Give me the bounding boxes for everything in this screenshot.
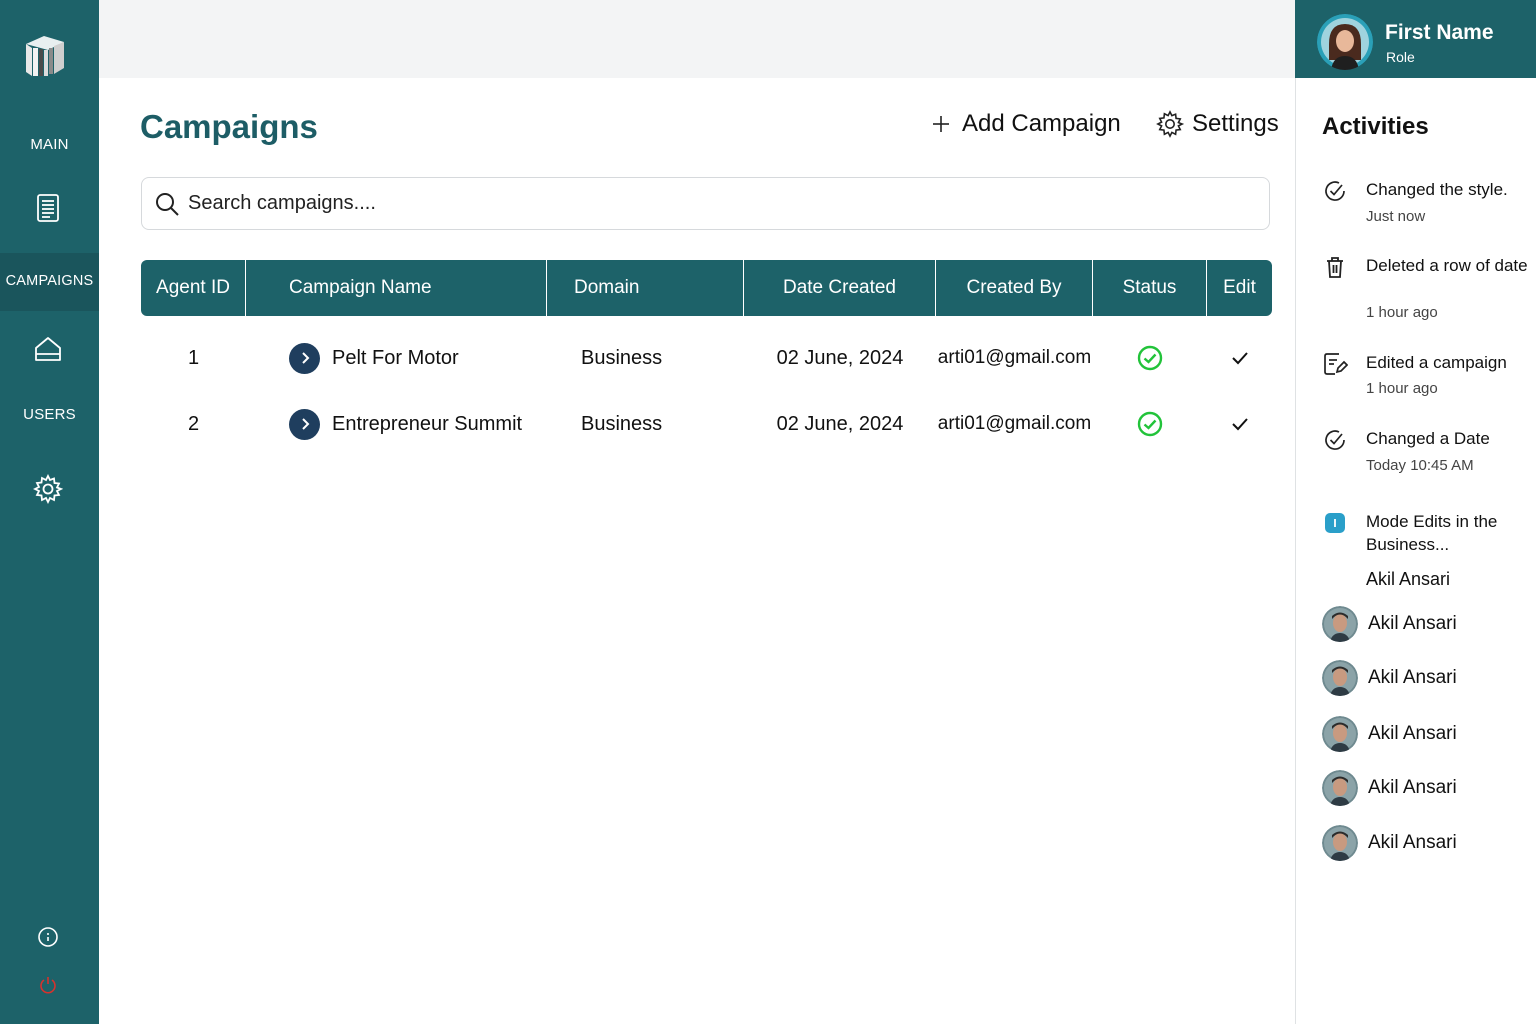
avatar[interactable] bbox=[1317, 14, 1373, 70]
chevron-right-icon bbox=[301, 418, 309, 430]
avatar bbox=[1322, 606, 1358, 642]
activity-title: Changed a Date bbox=[1366, 429, 1490, 448]
campaign-name-text[interactable]: Entrepreneur Summit bbox=[332, 413, 522, 436]
avatar bbox=[1322, 660, 1358, 696]
campaign-name-text[interactable]: Pelt For Motor bbox=[332, 347, 459, 370]
gear-icon bbox=[1156, 110, 1184, 138]
avatar bbox=[1322, 770, 1358, 806]
header-status[interactable]: Status bbox=[1093, 260, 1207, 316]
activity-time: Just now bbox=[1366, 208, 1426, 225]
cell-agent-id: 2 bbox=[187, 412, 200, 435]
cell-domain: Business bbox=[581, 412, 663, 435]
expand-chevron-button[interactable] bbox=[289, 408, 320, 440]
cell-campaign-name: Pelt For Motor bbox=[246, 338, 547, 378]
cell-agent-id: 1 bbox=[187, 346, 200, 369]
avatar bbox=[1322, 825, 1358, 861]
info-badge-icon bbox=[1325, 513, 1345, 533]
user-list-item[interactable]: Akil Ansari bbox=[1322, 770, 1522, 806]
top-bar bbox=[99, 0, 1296, 78]
activity-time: 1 hour ago bbox=[1366, 304, 1438, 321]
add-campaign-label: Add Campaign bbox=[962, 110, 1121, 137]
document-icon[interactable] bbox=[33, 193, 63, 223]
activity-title: Changed the style. bbox=[1366, 180, 1508, 199]
cell-edit bbox=[1207, 338, 1272, 378]
search-icon bbox=[156, 192, 179, 216]
user-list-item[interactable]: Akil Ansari bbox=[1322, 660, 1522, 696]
expand-chevron-button[interactable] bbox=[289, 342, 320, 374]
plus-icon bbox=[933, 116, 949, 132]
profile-role: Role bbox=[1386, 49, 1415, 65]
sidebar: MAIN CAMPAIGNS USERS bbox=[0, 0, 99, 1024]
gear-icon[interactable] bbox=[33, 474, 63, 504]
header-domain[interactable]: Domain bbox=[547, 260, 744, 316]
user-list-item[interactable]: Akil Ansari bbox=[1322, 606, 1522, 642]
header-agent-id[interactable]: Agent ID bbox=[141, 260, 246, 316]
header-date-created[interactable]: Date Created bbox=[744, 260, 936, 316]
clock-check-icon bbox=[1325, 181, 1345, 201]
user-name: Akil Ansari bbox=[1368, 613, 1457, 634]
activity-actor: Akil Ansari bbox=[1366, 569, 1451, 589]
clock-check-icon bbox=[1325, 430, 1345, 450]
home-icon[interactable] bbox=[33, 334, 63, 364]
books-logo-icon[interactable] bbox=[22, 32, 68, 80]
page-title: Campaigns bbox=[140, 108, 318, 145]
activity-time: 1 hour ago bbox=[1366, 380, 1438, 397]
user-name: Akil Ansari bbox=[1368, 777, 1457, 798]
edit-doc-icon bbox=[1324, 353, 1348, 375]
cell-edit bbox=[1207, 404, 1272, 444]
chevron-right-icon bbox=[301, 352, 309, 364]
activity-time: Today 10:45 AM bbox=[1366, 457, 1474, 474]
table-row[interactable]: 2 Entrepreneur Summit Business 02 June, … bbox=[141, 404, 1272, 444]
cell-date-created: 02 June, 2024 bbox=[776, 412, 904, 435]
settings-label: Settings bbox=[1192, 110, 1279, 137]
cell-created-by: arti01@gmail.com bbox=[937, 413, 1092, 434]
user-list-item[interactable]: Akil Ansari bbox=[1322, 716, 1522, 752]
table-header: Agent ID Campaign Name Domain Date Creat… bbox=[141, 260, 1272, 316]
cell-campaign-name: Entrepreneur Summit bbox=[246, 404, 547, 444]
header-edit[interactable]: Edit bbox=[1207, 260, 1272, 316]
header-created-by[interactable]: Created By bbox=[936, 260, 1093, 316]
search-input[interactable] bbox=[188, 192, 1188, 215]
activity-title: Mode Edits in the Business... bbox=[1366, 512, 1498, 554]
cell-domain: Business bbox=[581, 346, 663, 369]
power-icon[interactable] bbox=[38, 975, 58, 995]
cell-status bbox=[1093, 404, 1207, 444]
profile-name: First Name bbox=[1385, 21, 1494, 44]
info-icon[interactable] bbox=[37, 926, 59, 948]
right-panel-divider bbox=[1295, 78, 1296, 1024]
header-campaign-name[interactable]: Campaign Name bbox=[246, 260, 547, 316]
table-row[interactable]: 1 Pelt For Motor Business 02 June, 2024 … bbox=[141, 338, 1272, 378]
cell-status bbox=[1093, 338, 1207, 378]
user-name: Akil Ansari bbox=[1368, 667, 1457, 688]
nav-main[interactable]: MAIN bbox=[0, 136, 99, 153]
activities-title: Activities bbox=[1322, 113, 1429, 140]
activity-title: Edited a campaign bbox=[1366, 353, 1507, 372]
trash-icon bbox=[1327, 257, 1343, 278]
settings-button[interactable]: Settings bbox=[1156, 110, 1279, 138]
cell-date-created: 02 June, 2024 bbox=[776, 346, 904, 369]
user-name: Akil Ansari bbox=[1368, 723, 1457, 744]
user-name: Akil Ansari bbox=[1368, 832, 1457, 853]
edit-check-icon[interactable] bbox=[1230, 348, 1250, 368]
add-campaign-button[interactable]: Add Campaign bbox=[930, 110, 1121, 138]
status-check-circle-icon bbox=[1137, 345, 1163, 371]
status-check-circle-icon bbox=[1137, 411, 1163, 437]
profile-card[interactable]: First Name Role bbox=[1295, 0, 1536, 78]
user-list-item[interactable]: Akil Ansari bbox=[1322, 825, 1522, 861]
cell-created-by: arti01@gmail.com bbox=[937, 347, 1092, 368]
edit-check-icon[interactable] bbox=[1230, 414, 1250, 434]
search-bar bbox=[141, 177, 1270, 230]
avatar bbox=[1322, 716, 1358, 752]
activity-title: Deleted a row of date bbox=[1366, 256, 1528, 275]
nav-users[interactable]: USERS bbox=[0, 406, 99, 423]
nav-campaigns[interactable]: CAMPAIGNS bbox=[0, 253, 99, 311]
